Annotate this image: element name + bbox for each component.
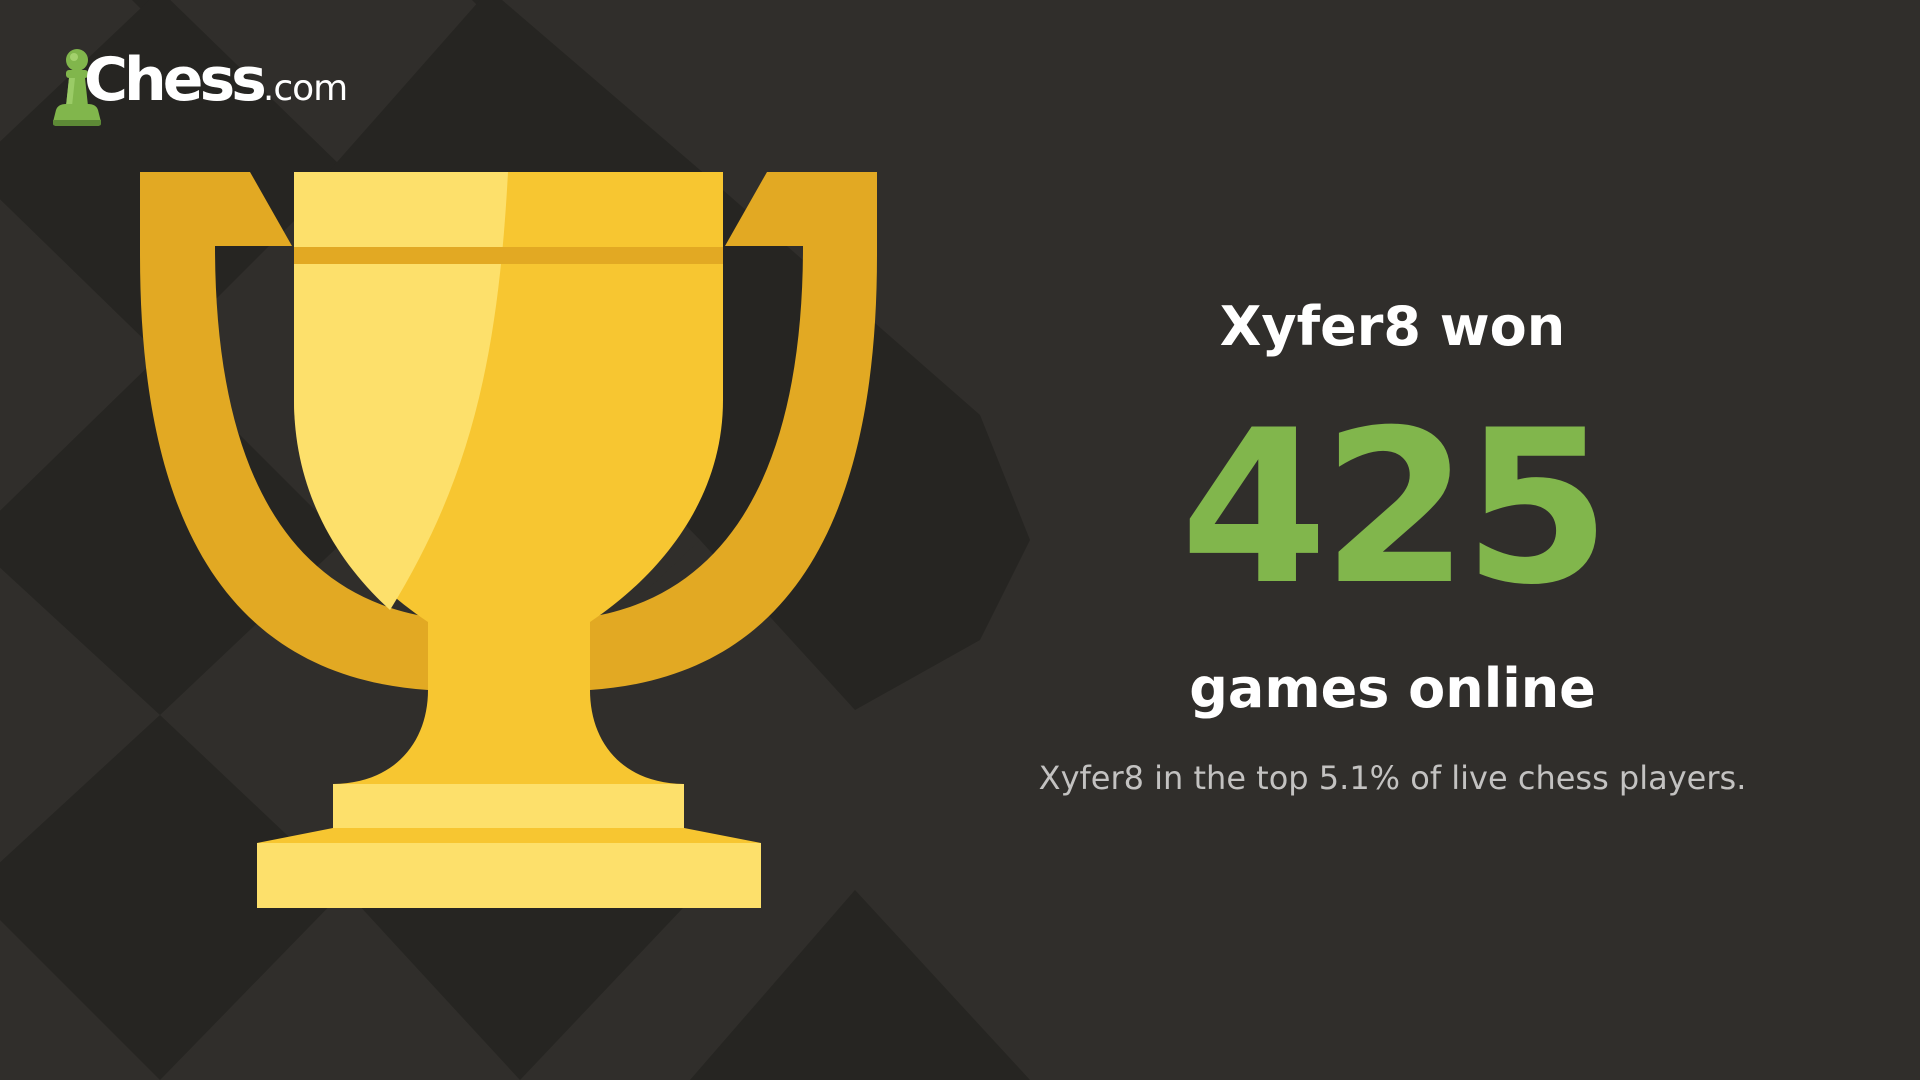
headline-player-won: Xyfer8 won (1219, 295, 1566, 358)
headline-games-online: games online (1189, 657, 1596, 720)
percentile-subtext: Xyfer8 in the top 5.1% of live chess pla… (1038, 759, 1747, 797)
achievement-card: Chess.com Xyfer8 won 425 games online Xy… (0, 0, 1920, 1080)
games-won-count: 425 (1180, 384, 1611, 631)
